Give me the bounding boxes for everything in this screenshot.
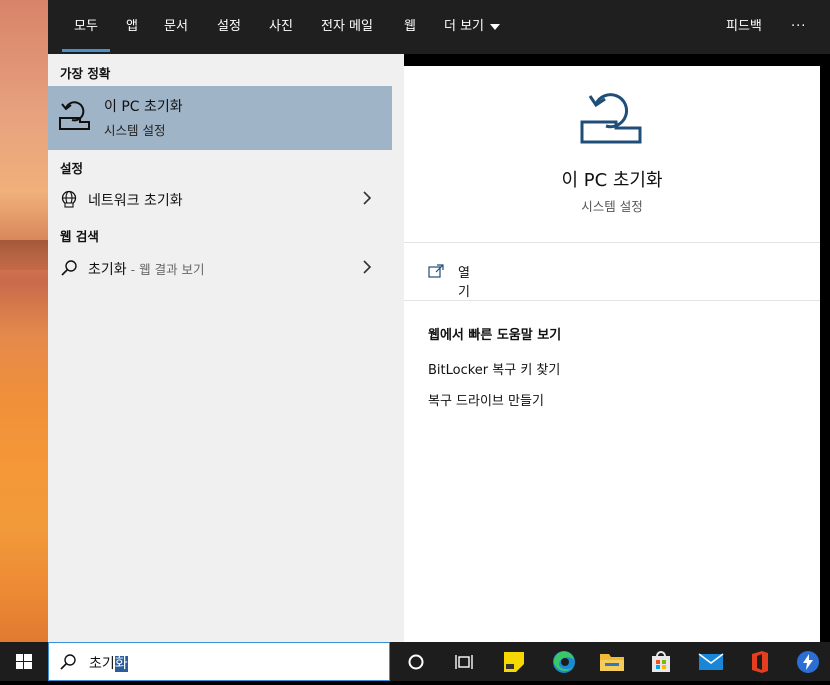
more-options-button[interactable]: ··· (791, 0, 806, 54)
chevron-down-icon (490, 23, 501, 30)
help-link-bitlocker[interactable]: BitLocker 복구 키 찾기 (428, 359, 560, 378)
search-scope-tabs: 모두 앱 문서 설정 사진 전자 메일 웹 더 보기 피드백 ··· (48, 0, 830, 54)
web-search-heading: 웹 검색 (60, 229, 99, 244)
detail-title: 이 PC 초기화 (561, 170, 663, 191)
desktop-wallpaper (0, 0, 48, 642)
windows-start-icon (16, 654, 32, 669)
best-match-subtitle: 시스템 설정 (104, 123, 166, 138)
cortana-button[interactable] (392, 642, 440, 681)
tab-photos[interactable]: 사진 (269, 0, 293, 54)
open-label: 열기 (458, 266, 470, 300)
store-button[interactable] (637, 642, 685, 681)
search-input[interactable]: 초기화 (89, 653, 128, 673)
search-selected-text: 화 (114, 656, 128, 672)
file-explorer-button[interactable] (588, 642, 636, 681)
search-icon (60, 654, 76, 670)
tab-documents[interactable]: 문서 (164, 0, 188, 54)
divider (404, 242, 820, 243)
quick-help-heading: 웹에서 빠른 도움말 보기 (428, 328, 562, 343)
office-icon (752, 650, 768, 673)
help-link-recovery-drive[interactable]: 복구 드라이브 만들기 (428, 390, 544, 409)
chevron-right-icon[interactable] (362, 190, 372, 206)
sticky-notes-icon (504, 651, 524, 672)
tab-settings[interactable]: 설정 (217, 0, 241, 54)
tab-more-label: 더 보기 (444, 19, 485, 34)
taskbar-search-box[interactable]: 초기화 (48, 642, 390, 681)
settings-heading: 설정 (60, 161, 84, 176)
best-match-heading: 가장 정확 (60, 66, 111, 81)
office-button[interactable] (735, 642, 783, 681)
pinned-app-button[interactable] (784, 642, 830, 681)
network-reset-result[interactable]: 네트워크 초기화 (48, 182, 392, 216)
app-icon (797, 650, 819, 673)
divider (404, 300, 820, 301)
tab-all[interactable]: 모두 (62, 0, 110, 54)
task-view-button[interactable] (440, 642, 488, 681)
web-search-suffix: - 웹 결과 보기 (126, 262, 205, 277)
edge-icon (553, 650, 575, 673)
edge-button[interactable] (540, 642, 588, 681)
taskbar: 초기화 (0, 642, 830, 681)
detail-subtitle: 시스템 설정 (581, 199, 643, 214)
results-pane: 가장 정확 이 PC 초기화 시스템 설정 설정 네트워크 초기화 웹 검색 초… (48, 54, 404, 642)
reset-pc-icon (580, 93, 642, 144)
chevron-right-icon[interactable] (362, 259, 372, 275)
tab-web[interactable]: 웹 (404, 0, 416, 54)
globe-icon (61, 190, 77, 208)
detail-pane: 이 PC 초기화 시스템 설정 열기 웹에서 빠른 도움말 보기 BitLock… (404, 66, 820, 642)
search-icon (61, 260, 77, 276)
open-icon (428, 264, 444, 278)
mail-icon (698, 652, 724, 670)
start-button[interactable] (0, 642, 48, 681)
sticky-notes-button[interactable] (490, 642, 538, 681)
store-icon (652, 650, 670, 672)
search-typed-text: 초기 (89, 656, 115, 672)
network-reset-label: 네트워크 초기화 (88, 193, 183, 209)
tab-apps[interactable]: 앱 (126, 0, 138, 54)
task-view-icon (455, 654, 473, 669)
cortana-icon (408, 654, 424, 669)
feedback-button[interactable]: 피드백 (726, 0, 762, 54)
mail-button[interactable] (687, 642, 735, 681)
web-search-label: 초기화 - 웹 결과 보기 (88, 259, 205, 279)
best-match-title: 이 PC 초기화 (104, 99, 183, 115)
web-search-result[interactable]: 초기화 - 웹 결과 보기 (48, 251, 392, 285)
tab-more[interactable]: 더 보기 (444, 0, 501, 54)
web-search-term: 초기화 (88, 262, 127, 278)
tab-email[interactable]: 전자 메일 (321, 0, 373, 54)
best-match-result[interactable]: 이 PC 초기화 시스템 설정 (48, 86, 392, 150)
reset-pc-icon (59, 101, 90, 130)
file-explorer-icon (600, 653, 624, 671)
